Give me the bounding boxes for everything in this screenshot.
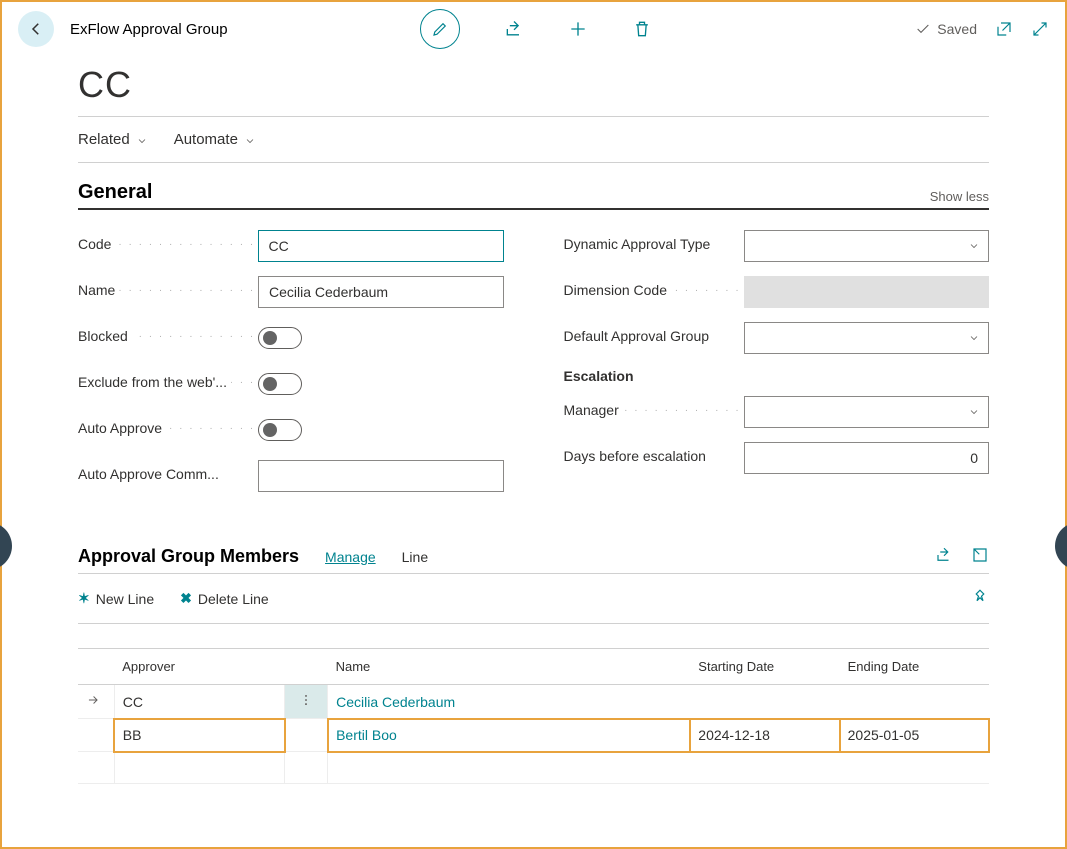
- dim-code-label: Dimension Code: [564, 282, 672, 298]
- delete-line-button[interactable]: ✖ Delete Line: [180, 590, 269, 607]
- pencil-icon: [431, 20, 449, 38]
- blocked-label: Blocked: [78, 328, 132, 344]
- dyn-approval-label: Dynamic Approval Type: [564, 236, 715, 252]
- saved-label: Saved: [937, 21, 977, 37]
- col-menu: [285, 649, 328, 685]
- col-name[interactable]: Name: [328, 649, 691, 685]
- row-menu-button[interactable]: [299, 694, 313, 710]
- delete-line-icon: ✖: [180, 590, 192, 607]
- new-line-button[interactable]: ✶ New Line: [78, 590, 154, 607]
- row-indicator-cell: [78, 719, 114, 752]
- table-row[interactable]: [78, 752, 989, 784]
- pin-icon: [971, 588, 989, 606]
- chevron-down-icon: [968, 240, 980, 252]
- table-row[interactable]: BB Bertil Boo2024-12-182025-01-05: [78, 719, 989, 752]
- share-icon: [935, 546, 953, 564]
- starting-cell[interactable]: [690, 685, 839, 719]
- plus-icon: [568, 19, 588, 39]
- ending-cell[interactable]: 2025-01-05: [840, 719, 989, 752]
- saved-status: Saved: [915, 21, 977, 37]
- share-button[interactable]: [504, 19, 524, 39]
- exclude-label: Exclude from the web'...: [78, 374, 231, 390]
- members-table: Approver Name Starting Date Ending Date …: [78, 648, 989, 784]
- page-title: CC: [78, 64, 989, 106]
- row-indicator-cell: [78, 685, 114, 719]
- starting-cell[interactable]: 2024-12-18: [690, 719, 839, 752]
- col-approver[interactable]: Approver: [114, 649, 285, 685]
- approver-cell[interactable]: CC: [114, 685, 285, 719]
- menu-related-label: Related: [78, 131, 130, 148]
- line-tab[interactable]: Line: [402, 549, 428, 565]
- maximize-icon: [971, 546, 989, 564]
- row-menu-cell[interactable]: [285, 719, 328, 752]
- expand-button[interactable]: [1031, 20, 1049, 38]
- delete-button[interactable]: [632, 19, 652, 39]
- chevron-down-icon: [136, 134, 148, 146]
- code-input[interactable]: [258, 230, 504, 262]
- ending-cell[interactable]: [840, 752, 989, 784]
- arrow-left-icon: [27, 20, 45, 38]
- exclude-toggle[interactable]: [258, 373, 302, 395]
- check-icon: [915, 21, 931, 37]
- auto-approve-comm-input[interactable]: [258, 460, 504, 492]
- col-starting[interactable]: Starting Date: [690, 649, 839, 685]
- row-arrow-icon: [86, 694, 100, 710]
- members-title: Approval Group Members: [78, 546, 299, 567]
- name-cell[interactable]: Bertil Boo: [328, 719, 691, 752]
- maximize-subgrid-button[interactable]: [971, 546, 989, 567]
- expand-icon: [1031, 20, 1049, 38]
- col-indicator: [78, 649, 114, 685]
- manage-tab[interactable]: Manage: [325, 549, 376, 565]
- def-approval-label: Default Approval Group: [564, 328, 714, 344]
- days-label: Days before escalation: [564, 448, 710, 464]
- code-label: Code: [78, 236, 115, 252]
- starting-cell[interactable]: [690, 752, 839, 784]
- days-input[interactable]: [744, 442, 990, 474]
- back-button[interactable]: [18, 11, 54, 47]
- table-row[interactable]: CC Cecilia Cederbaum: [78, 685, 989, 719]
- name-cell[interactable]: Cecilia Cederbaum: [328, 685, 691, 719]
- auto-approve-label: Auto Approve: [78, 420, 166, 436]
- approver-cell[interactable]: [114, 752, 285, 784]
- menu-automate-label: Automate: [174, 131, 238, 148]
- section-title-general: General: [78, 181, 152, 204]
- new-button[interactable]: [568, 19, 588, 39]
- chevron-down-icon: [968, 332, 980, 344]
- menu-automate[interactable]: Automate: [174, 131, 256, 148]
- name-label: Name: [78, 282, 119, 298]
- new-line-icon: ✶: [78, 590, 90, 607]
- auto-approve-comm-label: Auto Approve Comm...: [78, 466, 223, 482]
- trash-icon: [632, 19, 652, 39]
- blocked-toggle[interactable]: [258, 327, 302, 349]
- auto-approve-toggle[interactable]: [258, 419, 302, 441]
- dim-code-input: [744, 276, 990, 308]
- dyn-approval-select[interactable]: [744, 230, 990, 262]
- approver-cell[interactable]: BB: [114, 719, 285, 752]
- pin-button[interactable]: [971, 588, 989, 609]
- name-input[interactable]: [258, 276, 504, 308]
- edit-button[interactable]: [420, 9, 460, 49]
- escalation-title: Escalation: [564, 368, 990, 384]
- row-indicator-cell: [78, 752, 114, 784]
- chevron-down-icon: [968, 406, 980, 418]
- menu-related[interactable]: Related: [78, 131, 148, 148]
- chevron-down-icon: [244, 134, 256, 146]
- show-less-link[interactable]: Show less: [930, 189, 989, 204]
- manager-select[interactable]: [744, 396, 990, 428]
- def-approval-select[interactable]: [744, 322, 990, 354]
- ending-cell[interactable]: [840, 685, 989, 719]
- popout-icon: [995, 20, 1013, 38]
- row-menu-cell[interactable]: [285, 685, 328, 719]
- share-subgrid-button[interactable]: [935, 546, 953, 567]
- new-line-label: New Line: [96, 591, 154, 607]
- row-menu-cell[interactable]: [285, 752, 328, 784]
- name-cell[interactable]: [328, 752, 691, 784]
- delete-line-label: Delete Line: [198, 591, 269, 607]
- col-ending[interactable]: Ending Date: [840, 649, 989, 685]
- share-icon: [504, 19, 524, 39]
- manager-label: Manager: [564, 402, 623, 418]
- popout-button[interactable]: [995, 20, 1013, 38]
